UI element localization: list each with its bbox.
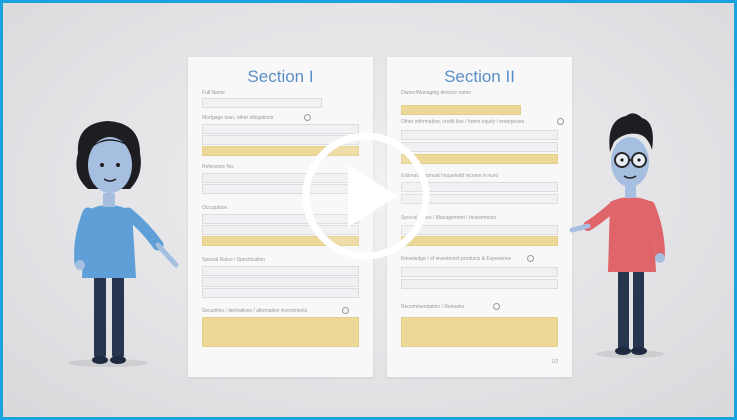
info-icon bbox=[493, 303, 500, 310]
woman-character bbox=[68, 121, 179, 367]
field-label: Special Rules / Specification bbox=[202, 257, 266, 263]
section-title: Section II bbox=[444, 67, 515, 86]
field-label: Other information, credit line / home eq… bbox=[401, 119, 525, 125]
field-label: Occupation bbox=[202, 205, 228, 211]
form-field bbox=[401, 267, 558, 277]
info-icon bbox=[304, 114, 311, 121]
form-field bbox=[202, 288, 359, 298]
form-field-highlighted bbox=[202, 317, 359, 347]
man-character bbox=[569, 113, 665, 358]
info-icon bbox=[557, 118, 564, 125]
form-field bbox=[202, 266, 359, 276]
form-field bbox=[202, 277, 359, 287]
video-player[interactable]: Section I Full Name Mortgage loan, other… bbox=[0, 0, 737, 420]
field-label: Reference No. bbox=[202, 164, 235, 170]
field-label: Securities / derivatives / alternative i… bbox=[202, 308, 308, 314]
field-label: Recommendation / Remarks bbox=[401, 304, 465, 310]
page-number: 1/2 bbox=[551, 359, 558, 365]
form-field-highlighted bbox=[401, 105, 521, 115]
field-label: Full Name bbox=[202, 90, 225, 96]
info-icon bbox=[342, 307, 349, 314]
form-field bbox=[202, 98, 322, 108]
form-field bbox=[401, 279, 558, 289]
field-label: Mortgage loan, other obligations bbox=[202, 115, 274, 121]
play-icon[interactable] bbox=[290, 131, 442, 261]
form-field-highlighted bbox=[401, 317, 558, 347]
field-label: Owner/Managing director name bbox=[401, 90, 472, 96]
section-title: Section I bbox=[247, 67, 314, 86]
info-icon bbox=[527, 255, 534, 262]
